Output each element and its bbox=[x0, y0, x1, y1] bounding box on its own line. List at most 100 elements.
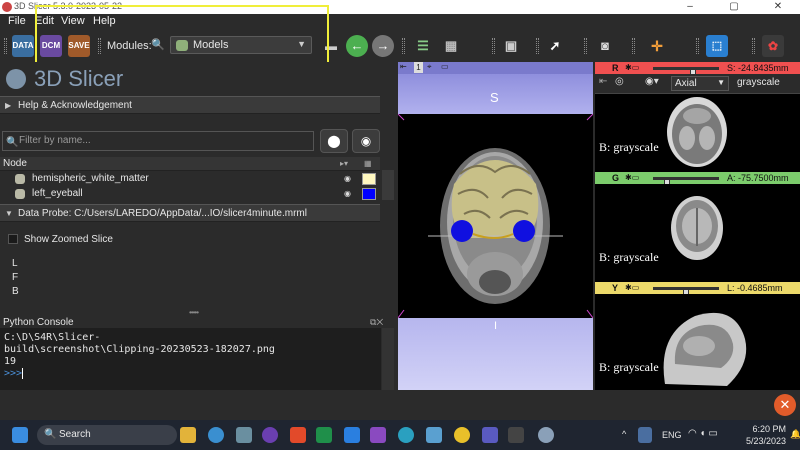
windows-start-icon[interactable] bbox=[12, 427, 28, 443]
excel-icon[interactable] bbox=[316, 427, 332, 443]
data-probe-header[interactable]: ▼ Data Probe: C:/Users/LAREDO/AppData/..… bbox=[0, 204, 380, 222]
maximize-view-icon[interactable]: ▭ bbox=[441, 62, 449, 71]
orientation-marker-inferior: I bbox=[494, 320, 498, 332]
vscode-icon[interactable] bbox=[344, 427, 360, 443]
menu-view[interactable]: View bbox=[61, 15, 85, 27]
filter-input[interactable]: 🔍 Filter by name... bbox=[2, 131, 314, 151]
taskbar-clock[interactable]: 6:20 PM 5/23/2023 bbox=[738, 423, 786, 447]
eye-icon[interactable]: ◉▾ bbox=[645, 76, 659, 87]
slicer-taskbar-icon[interactable] bbox=[538, 427, 554, 443]
yellow-slice-bar[interactable]: Y ✱▭ L: -0.4685mm bbox=[595, 282, 800, 298]
minimize-button[interactable]: – bbox=[668, 0, 712, 14]
window-titlebar: 3D Slicer 5.3.0-2023-05-22 – ▢ ✕ bbox=[0, 0, 800, 14]
layers-icon[interactable]: ◎ bbox=[615, 76, 624, 87]
extensions-manager-icon[interactable]: ⬚ bbox=[706, 35, 728, 57]
python-console-output[interactable]: ‾‾‾‾‾‾‾‾‾‾‾‾‾‾‾‾ C:\D\S4R\Slicer- build\… bbox=[0, 328, 381, 390]
crosshair-icon[interactable]: ✛ bbox=[646, 35, 668, 57]
module-selector[interactable]: Models ▼ bbox=[170, 36, 312, 54]
tree-scrollbar[interactable] bbox=[382, 170, 394, 200]
volume-selector[interactable]: grayscale bbox=[737, 77, 780, 88]
toolbar-grip[interactable] bbox=[98, 38, 101, 54]
menu-edit[interactable]: Edit bbox=[35, 15, 54, 27]
green-slice-bar[interactable]: G ✱▭ A: -75.7500mm bbox=[595, 172, 800, 188]
eye-icon[interactable]: ◉ bbox=[352, 129, 380, 153]
probe-row-l: L bbox=[12, 258, 18, 269]
eye-icon[interactable]: ◉ bbox=[344, 187, 351, 201]
toolbar-grip[interactable] bbox=[536, 38, 539, 54]
3d-view[interactable]: ⇤ 1 ⌖ ▭ S I bbox=[398, 62, 593, 390]
color-swatch[interactable] bbox=[362, 188, 376, 200]
chrome-icon[interactable] bbox=[454, 427, 470, 443]
input-language[interactable]: ENG bbox=[662, 430, 682, 440]
console-scrollbar[interactable] bbox=[382, 328, 394, 390]
center-icon[interactable]: ⌖ bbox=[427, 62, 432, 72]
pin-icon[interactable]: ✱▭ bbox=[625, 282, 639, 294]
tray-chevron-icon[interactable]: ^ bbox=[622, 429, 626, 439]
orientation-selector[interactable]: Axial ▼ bbox=[671, 76, 729, 91]
close-circle-icon[interactable]: ✕ bbox=[774, 394, 796, 416]
apps-grid-icon[interactable] bbox=[236, 427, 252, 443]
toolbar-grip[interactable] bbox=[752, 38, 755, 54]
dock-controls-icon[interactable]: ⧉✕ bbox=[370, 317, 383, 328]
terminal-icon[interactable] bbox=[508, 427, 524, 443]
link-icon[interactable]: ⇤ bbox=[599, 76, 607, 87]
3d-view-controller-bar[interactable]: ⇤ 1 ⌖ ▭ bbox=[398, 62, 593, 74]
toolbar-grip[interactable] bbox=[632, 38, 635, 54]
forward-arrow-icon[interactable]: → bbox=[372, 35, 394, 57]
edge-icon[interactable] bbox=[398, 427, 414, 443]
load-dicom-button[interactable]: DCM bbox=[40, 35, 62, 57]
red-slice-bar[interactable]: R ✱▭ S: -24.8435mm bbox=[595, 62, 800, 78]
slice-offset-slider[interactable] bbox=[653, 177, 719, 188]
visual-studio-icon[interactable] bbox=[370, 427, 386, 443]
3d-background-bottom: I bbox=[398, 318, 593, 390]
tray-status-icons[interactable]: ◠ ◖ ▭ bbox=[688, 428, 718, 439]
color-swatch[interactable] bbox=[362, 173, 376, 185]
microphone-icon[interactable] bbox=[638, 427, 652, 443]
column-toggle-icon[interactable]: ▸▾ bbox=[340, 157, 348, 171]
notification-icon[interactable]: 🔔 bbox=[790, 429, 800, 440]
visibility-toggle-button[interactable]: ⬤ bbox=[320, 129, 348, 153]
eye-icon[interactable]: ◉ bbox=[344, 172, 351, 186]
module-history-icon[interactable]: ▬ bbox=[320, 35, 342, 57]
orientation-marker-superior: S bbox=[490, 90, 499, 105]
pin-icon[interactable]: ⇤ bbox=[400, 62, 407, 71]
close-window-button[interactable]: ✕ bbox=[756, 0, 800, 14]
volume-cube-icon[interactable]: ▦ bbox=[440, 35, 462, 57]
toolbar-grip[interactable] bbox=[492, 38, 495, 54]
python-cherries-icon[interactable]: ✿ bbox=[762, 35, 784, 57]
module-search-icon[interactable]: 🔍 bbox=[151, 38, 165, 51]
matlab-icon[interactable] bbox=[290, 427, 306, 443]
teams-icon[interactable] bbox=[482, 427, 498, 443]
load-data-button[interactable]: DATA bbox=[12, 35, 34, 57]
slice-offset-slider[interactable] bbox=[653, 67, 719, 78]
notepad-icon[interactable] bbox=[426, 427, 442, 443]
tree-row[interactable]: hemispheric_white_matter ◉ bbox=[0, 172, 380, 186]
layout-icon[interactable]: ▣ bbox=[500, 35, 522, 57]
toolbar-grip[interactable] bbox=[402, 38, 405, 54]
maximize-button[interactable]: ▢ bbox=[712, 0, 756, 14]
save-button[interactable]: SAVE bbox=[68, 35, 90, 57]
help-section-header[interactable]: ▶ Help & Acknowledgement bbox=[0, 96, 380, 114]
pin-icon[interactable]: ✱▭ bbox=[625, 62, 639, 74]
pointer-icon[interactable]: ➚ bbox=[544, 35, 566, 57]
screenshot-camera-icon[interactable]: ◙ bbox=[594, 35, 616, 57]
data-list-icon[interactable]: ☰ bbox=[412, 35, 434, 57]
toolbar-grip[interactable] bbox=[584, 38, 587, 54]
show-zoomed-slice-checkbox[interactable] bbox=[8, 234, 18, 244]
modules-label: Modules: bbox=[107, 40, 152, 52]
color-column-icon[interactable]: ▦ bbox=[364, 157, 372, 171]
github-icon[interactable] bbox=[262, 427, 278, 443]
toolbar-grip[interactable] bbox=[696, 38, 699, 54]
toolbar-grip[interactable] bbox=[4, 38, 7, 54]
browser-icon[interactable] bbox=[208, 427, 224, 443]
file-explorer-icon[interactable] bbox=[180, 427, 196, 443]
menu-file[interactable]: File bbox=[8, 15, 26, 27]
menu-help[interactable]: Help bbox=[93, 15, 116, 27]
slice-offset-slider[interactable] bbox=[653, 287, 719, 298]
panel-splitter[interactable]: ••••• bbox=[0, 306, 396, 317]
tree-row[interactable]: left_eyeball ◉ bbox=[0, 187, 380, 201]
search-icon: 🔍 bbox=[6, 137, 19, 148]
back-arrow-icon[interactable]: ← bbox=[346, 35, 368, 57]
pin-icon[interactable]: ✱▭ bbox=[625, 172, 639, 184]
taskbar-search[interactable]: 🔍 Search bbox=[37, 425, 177, 445]
